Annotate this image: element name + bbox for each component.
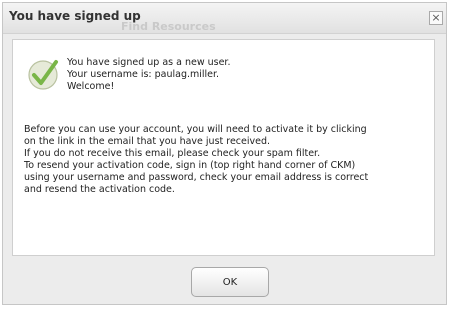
instruction-line: If you do not receive this email, please…: [24, 148, 321, 159]
dialog-titlebar: Find Resources You have signed up ×: [3, 3, 446, 34]
dialog-title: You have signed up: [9, 9, 141, 23]
ok-button[interactable]: OK: [191, 267, 269, 297]
message-line: Your username is: paulag.miller.: [67, 69, 220, 80]
signup-message: You have signed up as a new user. Your u…: [67, 57, 231, 93]
message-line: You have signed up as a new user.: [67, 57, 231, 68]
check-circle-icon: [28, 60, 58, 90]
instruction-line: on the link in the email that you have j…: [24, 136, 271, 147]
dialog-content: You have signed up as a new user. Your u…: [12, 39, 435, 256]
instruction-line: Before you can use your account, you wil…: [24, 124, 367, 135]
activation-instructions: Before you can use your account, you wil…: [24, 124, 368, 196]
signup-dialog: Find Resources You have signed up × You …: [2, 2, 447, 305]
close-icon[interactable]: ×: [429, 11, 443, 25]
instruction-line: and resend the activation code.: [24, 184, 175, 195]
message-line: Welcome!: [67, 81, 115, 92]
instruction-line: To resend your activation code, sign in …: [24, 160, 356, 171]
instruction-line: using your username and password, check …: [24, 172, 369, 183]
